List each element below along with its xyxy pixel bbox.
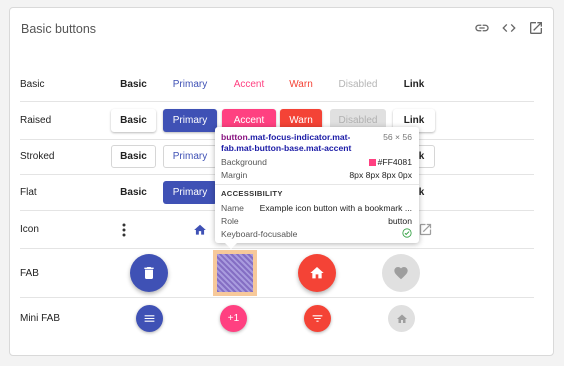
home-icon bbox=[396, 313, 408, 325]
delete-icon bbox=[141, 265, 157, 281]
basic-disabled-button: Disabled bbox=[338, 79, 378, 90]
row-label-raised: Raised bbox=[20, 115, 52, 126]
mini-fab-disabled-button bbox=[388, 305, 415, 332]
plus-one-label: +1 bbox=[227, 313, 240, 324]
name-value: Example icon button with a bookmark ... bbox=[259, 203, 412, 213]
role-value: button bbox=[388, 216, 412, 226]
fab-home-button[interactable] bbox=[298, 254, 336, 292]
mini-fab-plus-one-button[interactable]: +1 bbox=[220, 305, 247, 332]
basic-warn-button[interactable]: Warn bbox=[280, 73, 322, 96]
tooltip-divider bbox=[215, 184, 419, 185]
mini-fab-menu-button[interactable] bbox=[136, 305, 163, 332]
raised-basic-button[interactable]: Basic bbox=[111, 109, 156, 132]
open-in-new-icon[interactable] bbox=[418, 222, 433, 237]
background-value: #FF4081 bbox=[368, 157, 412, 167]
flat-basic-button[interactable]: Basic bbox=[111, 181, 156, 204]
name-label: Name bbox=[221, 203, 244, 213]
raised-primary-button[interactable]: Primary bbox=[163, 109, 217, 132]
keyboard-focusable-label: Keyboard-focusable bbox=[221, 229, 298, 239]
row-label-fab: FAB bbox=[20, 268, 39, 279]
open-in-new-icon[interactable] bbox=[528, 20, 544, 36]
row-label-icon: Icon bbox=[20, 224, 39, 235]
stroked-basic-button[interactable]: Basic bbox=[111, 145, 156, 168]
margin-value: 8px 8px 8px 0px bbox=[349, 170, 412, 180]
fab-delete-button[interactable] bbox=[130, 254, 168, 292]
inspect-tooltip: button.mat-focus-indicator.mat-fab.mat-b… bbox=[215, 127, 419, 249]
role-label: Role bbox=[221, 216, 239, 226]
background-label: Background bbox=[221, 157, 267, 167]
accessibility-heading: ACCESSIBILITY bbox=[221, 189, 283, 198]
check-circle-icon bbox=[402, 228, 412, 240]
row-divider bbox=[20, 248, 534, 249]
menu-icon bbox=[143, 312, 156, 325]
row-label-mini-fab: Mini FAB bbox=[20, 313, 61, 324]
row-label-stroked: Stroked bbox=[20, 151, 55, 162]
row-label-flat: Flat bbox=[20, 187, 37, 198]
row-divider bbox=[20, 297, 534, 298]
row-divider bbox=[20, 101, 534, 102]
element-highlight-overlay bbox=[213, 250, 257, 296]
code-icon[interactable] bbox=[501, 20, 517, 36]
basic-link-button[interactable]: Link bbox=[393, 73, 435, 96]
flat-primary-button[interactable]: Primary bbox=[163, 181, 217, 204]
home-icon[interactable] bbox=[193, 223, 207, 237]
selector-tag: button bbox=[221, 132, 248, 142]
margin-label: Margin bbox=[221, 170, 248, 180]
row-label-basic: Basic bbox=[20, 79, 45, 90]
basic-primary-button[interactable]: Primary bbox=[163, 73, 217, 96]
color-swatch bbox=[368, 159, 376, 166]
background-hex: #FF4081 bbox=[377, 157, 412, 167]
home-icon bbox=[309, 265, 325, 281]
heart-icon bbox=[393, 265, 409, 281]
mini-fab-filter-button[interactable] bbox=[304, 305, 331, 332]
basic-accent-button[interactable]: Accent bbox=[222, 73, 276, 96]
tooltip-selector: button.mat-focus-indicator.mat-fab.mat-b… bbox=[221, 132, 381, 154]
more-vert-icon[interactable] bbox=[118, 222, 130, 238]
tooltip-size: 56 × 56 bbox=[383, 132, 412, 142]
stroked-primary-button[interactable]: Primary bbox=[163, 145, 217, 168]
basic-basic-button[interactable]: Basic bbox=[111, 73, 156, 96]
fab-accent-button[interactable] bbox=[217, 254, 253, 292]
fab-disabled-button bbox=[382, 254, 420, 292]
card-title: Basic buttons bbox=[21, 22, 97, 36]
filter-list-icon bbox=[311, 312, 324, 325]
link-icon[interactable] bbox=[474, 20, 490, 36]
